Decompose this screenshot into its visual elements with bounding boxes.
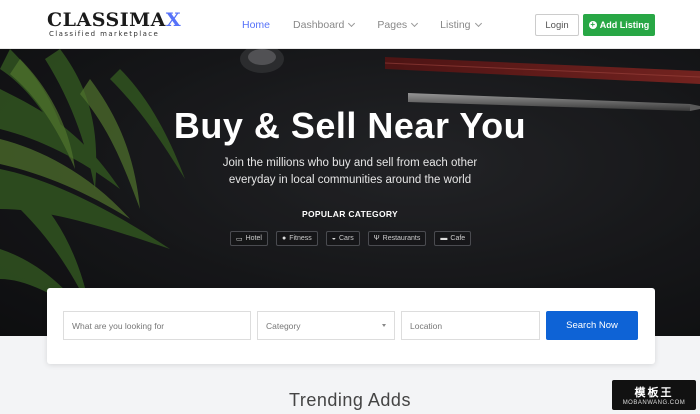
fitness-icon: ● <box>281 235 287 242</box>
watermark-logo: 模板王 MOBANWANG.COM <box>612 380 696 410</box>
brand-logo[interactable]: CLASSIMAX Classified marketplace <box>47 10 181 38</box>
search-now-button[interactable]: Search Now <box>546 311 638 340</box>
category-select[interactable]: Category <box>257 311 395 340</box>
nav-item-pages[interactable]: Pages <box>377 19 419 31</box>
chevron-down-icon <box>348 19 356 28</box>
restaurant-icon: Ψ <box>373 235 380 242</box>
keyword-search-input[interactable]: What are you looking for <box>63 311 251 340</box>
category-cars[interactable]: ◒ Cars <box>325 231 360 246</box>
search-panel: What are you looking for Category Locati… <box>47 288 655 364</box>
top-navbar: CLASSIMAX Classified marketplace Home Da… <box>0 0 700 49</box>
popular-category-title: POPULAR CATEGORY <box>302 209 398 219</box>
brand-tagline: Classified marketplace <box>49 30 160 38</box>
category-hotel[interactable]: ▭ Hotel <box>230 231 268 246</box>
car-icon: ◒ <box>331 235 336 242</box>
category-fitness[interactable]: ● Fitness <box>275 231 318 246</box>
nav-item-listing[interactable]: Listing <box>440 19 482 31</box>
bed-icon: ▭ <box>236 235 243 243</box>
trending-adds-title: Trending Adds <box>289 390 411 410</box>
chevron-down-icon <box>474 19 482 28</box>
add-listing-button[interactable]: + Add Listing <box>583 14 655 36</box>
nav-item-dashboard[interactable]: Dashboard <box>293 19 356 31</box>
hero-subtitle: Join the millions who buy and sell from … <box>222 157 478 186</box>
caret-down-icon <box>382 324 386 327</box>
main-nav: Home Dashboard Pages Listing <box>242 19 504 31</box>
hero-title: Buy & Sell Near You <box>173 105 527 146</box>
cafe-icon: ▬ <box>440 235 448 242</box>
popular-category-list: ▭ Hotel ● Fitness ◒ Cars Ψ Restaurants ▬ Cafe <box>230 231 472 246</box>
category-cafe[interactable]: ▬ Cafe <box>434 231 472 246</box>
location-input[interactable]: Location <box>401 311 540 340</box>
category-restaurants[interactable]: Ψ Restaurants <box>367 231 427 246</box>
chevron-down-icon <box>411 19 419 28</box>
nav-item-home[interactable]: Home <box>242 19 270 31</box>
login-button[interactable]: Login <box>535 14 579 36</box>
plus-circle-icon: + <box>588 20 597 29</box>
brand-name: CLASSIMAX <box>47 9 182 31</box>
